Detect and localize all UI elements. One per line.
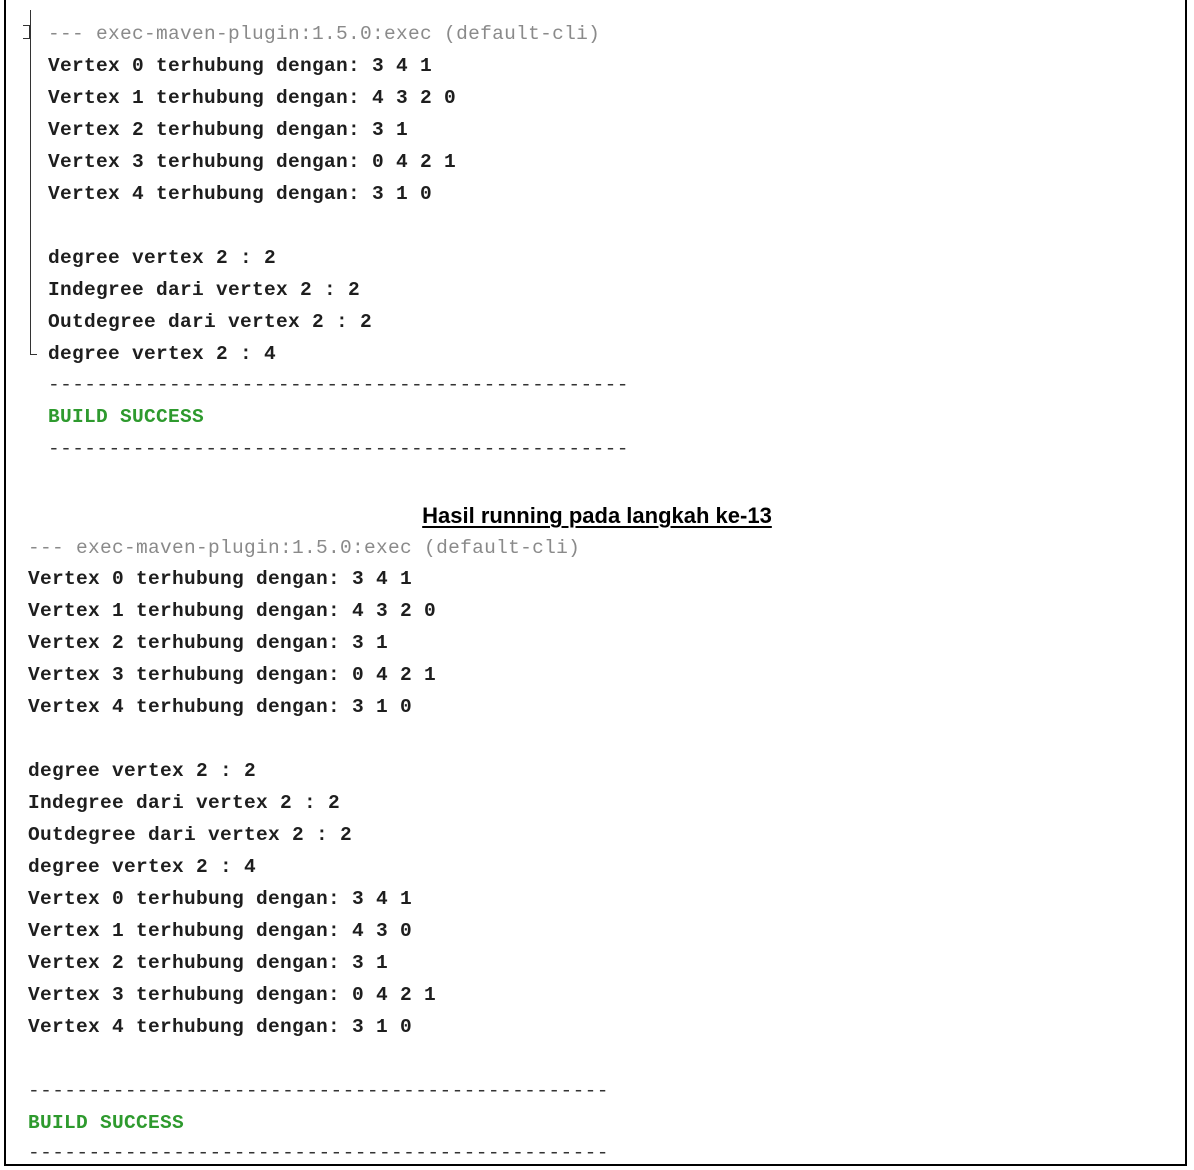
console-line: Vertex 0 terhubung dengan: 3 4 1: [28, 568, 413, 590]
console-line: degree vertex 2 : 4: [28, 856, 257, 878]
console-line: degree vertex 2 : 2: [28, 760, 257, 782]
console-line: Vertex 2 terhubung dengan: 3 1: [28, 632, 389, 654]
console-line: Indegree dari vertex 2 : 2: [28, 792, 341, 814]
console-line: Vertex 4 terhubung dengan: 3 1 0: [48, 183, 433, 205]
console-line: Vertex 1 terhubung dengan: 4 3 2 0: [28, 600, 437, 622]
console-line: Vertex 1 terhubung dengan: 4 3 2 0: [48, 87, 457, 109]
console-line: Indegree dari vertex 2 : 2: [48, 279, 361, 301]
console-line: Vertex 3 terhubung dengan: 0 4 2 1: [28, 664, 437, 686]
console-line: Vertex 2 terhubung dengan: 3 1: [28, 952, 389, 974]
fold-bracket-end: [30, 354, 37, 355]
fold-collapse-icon[interactable]: [23, 25, 30, 39]
console-separator: ----------------------------------------…: [48, 438, 629, 460]
fold-bracket-line: [30, 10, 31, 355]
console-line: Vertex 1 terhubung dengan: 4 3 0: [28, 920, 413, 942]
console-line: Vertex 0 terhubung dengan: 3 4 1: [48, 55, 433, 77]
console-separator: ----------------------------------------…: [28, 1142, 609, 1164]
console-line: Vertex 3 terhubung dengan: 0 4 2 1: [28, 984, 437, 1006]
console-header: --- exec-maven-plugin:1.5.0:exec (defaul…: [28, 537, 581, 559]
console-line: Outdegree dari vertex 2 : 2: [48, 311, 373, 333]
console-header: --- exec-maven-plugin:1.5.0:exec (defaul…: [48, 23, 601, 45]
build-status: BUILD SUCCESS: [28, 1112, 185, 1134]
console-line: Outdegree dari vertex 2 : 2: [28, 824, 353, 846]
console-line: degree vertex 2 : 2: [48, 247, 277, 269]
console-separator: ----------------------------------------…: [28, 1080, 609, 1102]
console-separator: ----------------------------------------…: [48, 374, 629, 396]
console-line: Vertex 0 terhubung dengan: 3 4 1: [28, 888, 413, 910]
console-line: degree vertex 2 : 4: [48, 343, 277, 365]
console-line: Vertex 3 terhubung dengan: 0 4 2 1: [48, 151, 457, 173]
console-line: Vertex 4 terhubung dengan: 3 1 0: [28, 1016, 413, 1038]
console-line: Vertex 4 terhubung dengan: 3 1 0: [28, 696, 413, 718]
console-line: Vertex 2 terhubung dengan: 3 1: [48, 119, 409, 141]
figure-caption: Hasil running pada langkah ke-13: [422, 503, 772, 528]
build-status: BUILD SUCCESS: [48, 406, 205, 428]
